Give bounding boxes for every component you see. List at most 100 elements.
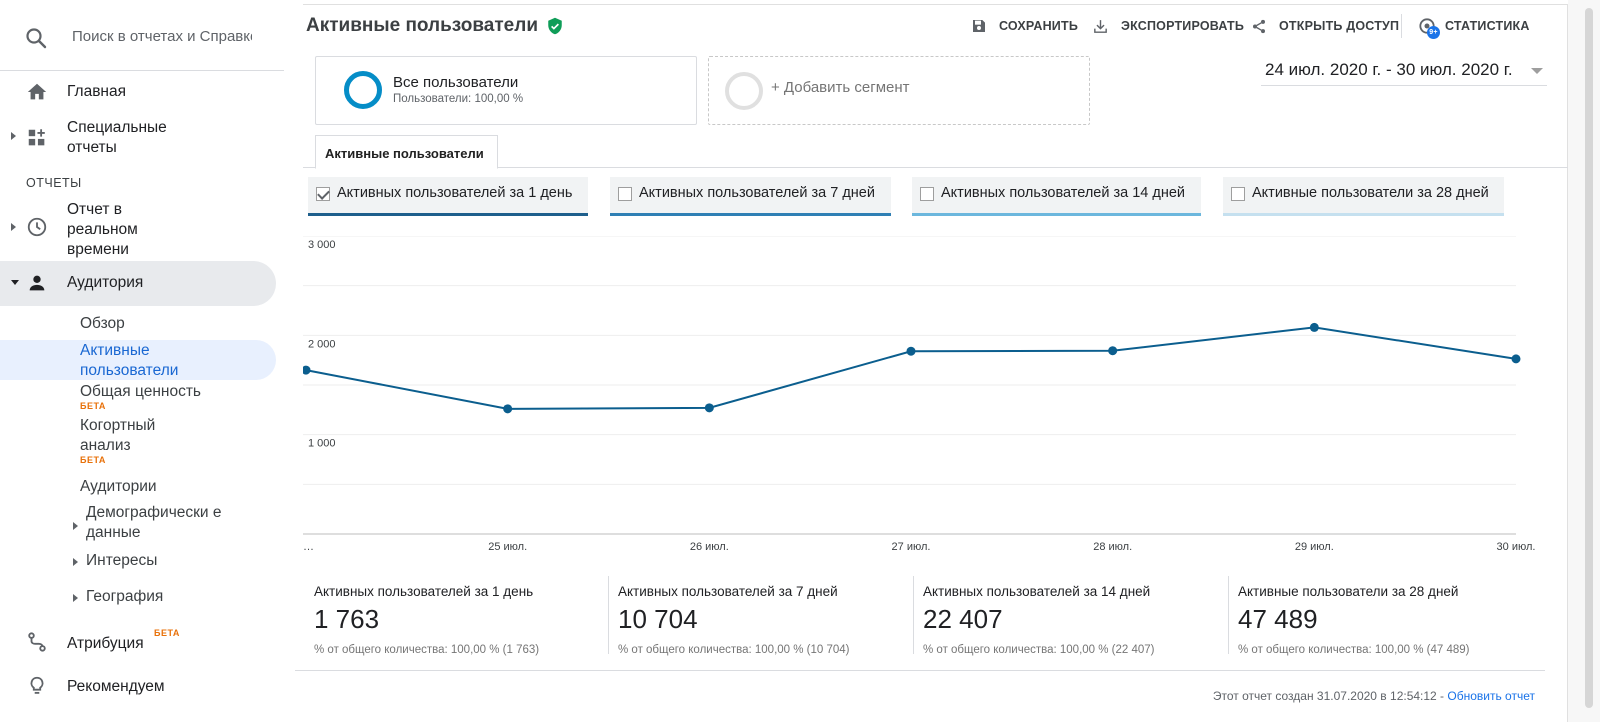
beta-badge: БЕТА bbox=[154, 628, 180, 638]
y-tick-label: 2 000 bbox=[308, 338, 336, 350]
export-button[interactable]: ЭКСПОРТИРОВАТЬ bbox=[1092, 14, 1244, 38]
stat-title: Активных пользователей за 1 день bbox=[314, 584, 534, 599]
stat-subtitle: % от общего количества: 100,00 % (22 407… bbox=[923, 644, 1155, 656]
divider bbox=[1401, 14, 1402, 38]
stat-14d: Активных пользователей за 14 дней 22 407… bbox=[915, 584, 1215, 664]
report-created-text: Этот отчет создан 31.07.2020 в 12:54:12 … bbox=[1212, 689, 1448, 703]
page-title: Активные пользователи bbox=[306, 15, 538, 36]
x-tick-label: 28 июл. bbox=[1093, 541, 1132, 553]
chevron-right-icon bbox=[73, 594, 78, 602]
segment-subtitle: Пользователи: 100,00 % bbox=[393, 93, 524, 105]
refresh-report-link[interactable]: Обновить отчет bbox=[1447, 689, 1535, 703]
divider bbox=[608, 576, 609, 654]
data-point[interactable] bbox=[1511, 354, 1521, 364]
metric-tab-underline bbox=[1223, 213, 1504, 216]
share-button[interactable]: ОТКРЫТЬ ДОСТУП bbox=[1251, 14, 1399, 38]
metric-tab-1d[interactable]: Активных пользователей за 1 день bbox=[308, 177, 588, 216]
download-icon bbox=[1094, 19, 1107, 33]
save-button[interactable]: СОХРАНИТЬ bbox=[971, 14, 1078, 38]
checkbox[interactable] bbox=[618, 187, 632, 201]
search-icon bbox=[26, 28, 47, 49]
tab-bar: Активные пользователи bbox=[303, 135, 1569, 169]
tab-active-users[interactable]: Активные пользователи bbox=[315, 135, 498, 169]
sidebar-subitem-audiences[interactable]: Аудитории bbox=[80, 477, 157, 497]
checkbox[interactable] bbox=[316, 187, 330, 201]
x-tick-label: 29 июл. bbox=[1295, 541, 1334, 553]
metric-tab-label: Активных пользователей за 14 дней bbox=[941, 185, 1186, 201]
chevron-down-icon bbox=[1531, 68, 1543, 74]
insights-button[interactable]: 9+ СТАТИСТИКА bbox=[1417, 14, 1530, 39]
chevron-right-icon bbox=[73, 558, 78, 566]
date-range-picker[interactable]: 24 июл. 2020 г. - 30 июл. 2020 г. bbox=[1261, 58, 1547, 86]
divider bbox=[295, 670, 1545, 671]
divider bbox=[0, 70, 284, 71]
clock-icon bbox=[27, 217, 47, 237]
series-points bbox=[303, 322, 1521, 414]
insights-label: СТАТИСТИКА bbox=[1445, 19, 1530, 33]
metric-tab-underline bbox=[308, 213, 588, 216]
stat-value: 1 763 bbox=[314, 604, 380, 634]
sidebar-item-home[interactable]: Главная bbox=[0, 80, 276, 104]
sidebar-item-label: Рекомендуем bbox=[67, 678, 165, 695]
sidebar-item-realtime[interactable]: Отчет в реальном времени bbox=[0, 200, 276, 260]
search-input[interactable]: Поиск в отчетах и Справке bbox=[72, 28, 252, 45]
checkbox[interactable] bbox=[920, 187, 934, 201]
notification-badge: 9+ bbox=[1427, 26, 1440, 39]
metric-tab-label: Активных пользователей за 7 дней bbox=[639, 185, 875, 201]
section-header-reports: ОТЧЕТЫ bbox=[26, 176, 82, 190]
sidebar-subitem-label: Активные пользователи bbox=[80, 342, 179, 379]
scrollbar[interactable] bbox=[1585, 8, 1593, 708]
stat-subtitle: % от общего количества: 100,00 % (47 489… bbox=[1238, 644, 1470, 656]
sidebar-subitem-overview[interactable]: Обзор bbox=[80, 314, 125, 334]
chart-x-axis: … 25 июл. 26 июл. 27 июл. 28 июл. 29 июл. 30 и… bbox=[303, 541, 1535, 553]
segment-ring-icon bbox=[725, 72, 763, 110]
stat-28d: Активные пользователи за 28 дней 47 489 … bbox=[1230, 584, 1530, 664]
sidebar-item-label: Атрибуция bbox=[67, 635, 144, 652]
data-point[interactable] bbox=[906, 346, 916, 356]
data-point[interactable] bbox=[704, 403, 714, 413]
data-point[interactable] bbox=[303, 365, 311, 375]
sidebar-subitem-interests[interactable]: Интересы bbox=[86, 551, 157, 571]
attribution-icon bbox=[28, 632, 46, 652]
stat-value: 10 704 bbox=[618, 604, 698, 634]
y-tick-label: 3 000 bbox=[308, 239, 336, 251]
y-tick-label: 1 000 bbox=[308, 438, 336, 450]
sidebar-item-discover[interactable]: Рекомендуем bbox=[0, 673, 276, 701]
lightbulb-icon bbox=[30, 676, 44, 694]
data-point[interactable] bbox=[503, 404, 513, 414]
data-point[interactable] bbox=[1108, 346, 1118, 356]
sidebar-item-label: Главная bbox=[67, 83, 126, 100]
sidebar-subitem-cohort[interactable]: Когортный анализ БЕТА bbox=[80, 416, 190, 470]
sidebar-subitem-active-users[interactable]: Активные пользователи bbox=[0, 340, 276, 380]
x-tick-label: 25 июл. bbox=[488, 541, 527, 553]
stat-title: Активные пользователи за 28 дней bbox=[1238, 584, 1459, 599]
stat-subtitle: % от общего количества: 100,00 % (10 704… bbox=[618, 644, 850, 656]
series-line bbox=[305, 326, 1517, 410]
add-segment-button[interactable]: + Добавить сегмент bbox=[708, 56, 1090, 125]
metric-tab-28d[interactable]: Активные пользователи за 28 дней bbox=[1223, 177, 1504, 216]
sidebar-item-label: Специальные отчеты bbox=[67, 119, 167, 156]
report-main: Активные пользователи СОХРАНИТЬ ЭКСПОРТИ… bbox=[295, 0, 1569, 722]
sidebar-item-attribution[interactable]: Атрибуция БЕТА bbox=[0, 628, 276, 656]
sidebar-subitem-geo[interactable]: География bbox=[86, 587, 163, 607]
segment-all-users[interactable]: Все пользователи Пользователи: 100,00 % bbox=[315, 56, 697, 125]
stat-title: Активных пользователей за 7 дней bbox=[618, 584, 838, 599]
sidebar-item-audience[interactable]: Аудитория bbox=[0, 261, 276, 306]
metric-tab-underline bbox=[912, 213, 1201, 216]
report-toolbar: Активные пользователи СОХРАНИТЬ ЭКСПОРТИ… bbox=[303, 4, 1569, 44]
sidebar-subitem-demographics[interactable]: Демографически е данные bbox=[86, 503, 226, 543]
metric-tab-14d[interactable]: Активных пользователей за 14 дней bbox=[912, 177, 1201, 216]
data-point[interactable] bbox=[1309, 322, 1319, 332]
search-bar[interactable]: Поиск в отчетах и Справке bbox=[0, 14, 284, 60]
home-icon bbox=[27, 83, 47, 100]
window-edge bbox=[1568, 0, 1600, 722]
chevron-down-icon bbox=[11, 280, 19, 285]
checkbox[interactable] bbox=[1231, 187, 1245, 201]
share-icon bbox=[1253, 19, 1265, 33]
metric-tab-7d[interactable]: Активных пользователей за 7 дней bbox=[610, 177, 891, 216]
sidebar-subitem-lifetime-value[interactable]: Общая ценность БЕТА bbox=[80, 382, 201, 416]
sidebar-item-label: Аудитория bbox=[67, 274, 144, 291]
sidebar-item-custom-reports[interactable]: Специальные отчеты bbox=[0, 118, 276, 158]
add-segment-label: + Добавить сегмент bbox=[771, 79, 910, 96]
metric-tab-underline bbox=[610, 213, 891, 216]
